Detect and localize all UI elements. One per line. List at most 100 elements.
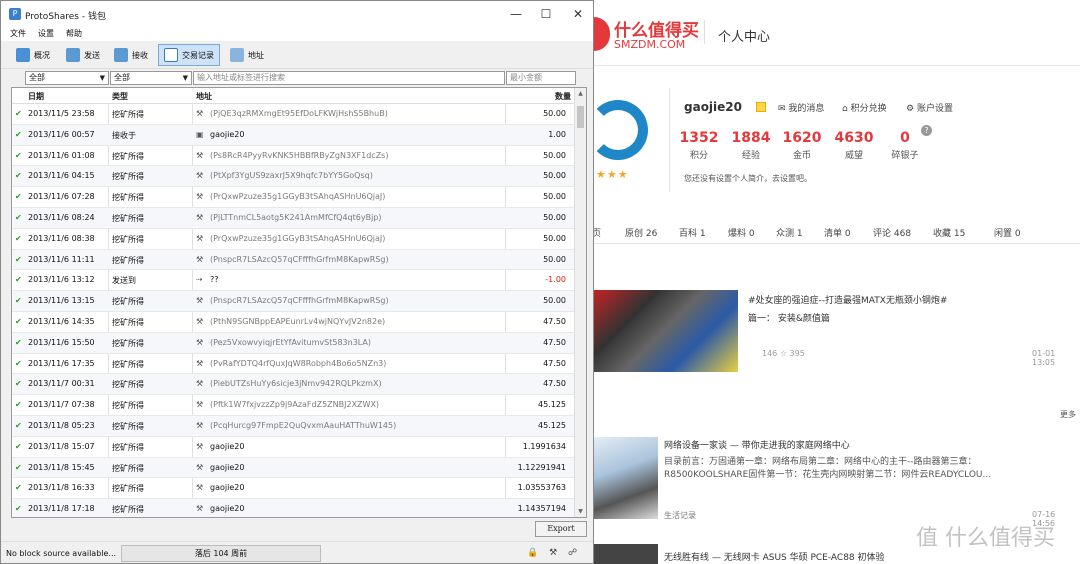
help-icon[interactable]: ? bbox=[921, 125, 932, 136]
tab-wiki[interactable]: 百科 1 bbox=[679, 226, 706, 239]
site-logo[interactable]: 什么值得买 SMZDM.COM bbox=[586, 14, 699, 54]
tx-type: 挖矿所得 bbox=[112, 463, 144, 473]
menu-help[interactable]: 帮助 bbox=[66, 28, 82, 39]
close-button[interactable]: ✕ bbox=[567, 5, 589, 23]
mining-icon: ⚒ bbox=[196, 462, 204, 472]
tab-favorites[interactable]: 收藏 15 bbox=[933, 226, 965, 239]
maximize-button[interactable]: ☐ bbox=[535, 5, 557, 23]
table-row[interactable]: ✔ 2013/11/7 00:31 挖矿所得 ⚒ (PiebUTZsHuYy6sicje… bbox=[12, 374, 576, 396]
table-row[interactable]: ✔ 2013/11/6 13:15 挖矿所得 ⚒ (PnspcR7LSAzcQ57qCF… bbox=[12, 291, 576, 312]
post-title[interactable]: #处女座的强迫症--打造最强MATX无瓶颈小钢炮# bbox=[748, 293, 947, 306]
transaction-table: 日期 类型 地址 数量 ✔ 2013/11/5 23:58 挖矿所得 ⚒ (PjQE3q… bbox=[11, 87, 587, 518]
table-row[interactable]: ✔ 2013/11/6 08:38 挖矿所得 ⚒ (PrQxwPzuze35g1GGyB… bbox=[12, 229, 576, 250]
profile-signature[interactable]: 您还没有设置个人简介，去设置吧。 bbox=[684, 173, 812, 184]
tab-original[interactable]: 原创 26 bbox=[625, 226, 657, 239]
column-amount[interactable]: 数量 bbox=[555, 91, 571, 102]
table-row[interactable]: ✔ 2013/11/8 17:18 挖矿所得 ⚒ gaojie20 1.14357194 bbox=[12, 499, 576, 517]
tx-address: (Pez5VxowvyiqjrEtYfAvitumvSt583n3LA) bbox=[210, 337, 372, 347]
post-thumbnail[interactable] bbox=[590, 290, 738, 372]
tab-lists[interactable]: 清单 0 bbox=[824, 226, 851, 239]
tx-type: 挖矿所得 bbox=[112, 380, 144, 390]
tx-date: 2013/11/6 11:11 bbox=[28, 254, 95, 264]
column-type[interactable]: 类型 bbox=[112, 91, 128, 102]
table-body: ✔ 2013/11/5 23:58 挖矿所得 ⚒ (PjQE3qzRMXmgEt95Ef… bbox=[12, 104, 576, 517]
tab-transactions[interactable]: 交易记录 bbox=[158, 44, 220, 66]
table-row[interactable]: ✔ 2013/11/6 01:08 挖矿所得 ⚒ (Ps8RcR4PyyRvKNK5HB… bbox=[12, 146, 576, 167]
link-account-settings[interactable]: ⚙ 账户设置 bbox=[906, 101, 953, 114]
table-row[interactable]: ✔ 2013/11/6 17:35 挖矿所得 ⚒ (PvRafYDTQ4rfQuxJqW… bbox=[12, 354, 576, 375]
link-points-exchange[interactable]: ⌂ 积分兑换 bbox=[842, 101, 887, 114]
table-row[interactable]: ✔ 2013/11/5 23:58 挖矿所得 ⚒ (PjQE3qzRMXmgEt95Ef… bbox=[12, 104, 576, 125]
post-title[interactable]: 网络设备一家谈 — 带你走进我的家庭网络中心 bbox=[664, 438, 850, 451]
column-date[interactable]: 日期 bbox=[28, 91, 44, 102]
table-row[interactable]: ✔ 2013/11/8 16:33 挖矿所得 ⚒ gaojie20 1.03553763 bbox=[12, 478, 576, 500]
stat-label: 金币 bbox=[792, 151, 811, 161]
tx-type: 挖矿所得 bbox=[112, 317, 144, 327]
table-row[interactable]: ✔ 2013/11/6 11:11 挖矿所得 ⚒ (PnspcR7LSAzcQ57qCF… bbox=[12, 249, 576, 271]
date-filter-value: 全部 bbox=[29, 73, 45, 82]
tab-idle[interactable]: 闲置 0 bbox=[994, 226, 1021, 239]
tab-tests[interactable]: 众测 1 bbox=[776, 226, 803, 239]
confirmed-check-icon: ✔ bbox=[15, 316, 22, 326]
tx-date: 2013/11/8 15:07 bbox=[28, 441, 95, 451]
tab-comments[interactable]: 评论 468 bbox=[873, 226, 911, 239]
min-amount-input[interactable]: 最小金额 bbox=[506, 71, 576, 85]
table-row[interactable]: ✔ 2013/11/6 00:57 接收于 ▣ gaojie20 1.00 bbox=[12, 124, 576, 146]
menu-file[interactable]: 文件 bbox=[10, 28, 26, 39]
export-button[interactable]: Export bbox=[535, 521, 587, 537]
confirmed-check-icon: ✔ bbox=[15, 296, 22, 306]
scroll-thumb[interactable] bbox=[577, 106, 584, 128]
link-messages[interactable]: ✉ 我的消息 bbox=[778, 101, 824, 114]
table-row[interactable]: ✔ 2013/11/6 08:24 挖矿所得 ⚒ (PjLTTnmCL5aotg5K24… bbox=[12, 207, 576, 229]
table-row[interactable]: ✔ 2013/11/6 04:15 挖矿所得 ⚒ (PtXpf3YgUS9zaxrJ5X… bbox=[12, 166, 576, 188]
tx-address: gaojie20 bbox=[210, 462, 245, 472]
menu-settings[interactable]: 设置 bbox=[38, 28, 54, 39]
tx-type: 挖矿所得 bbox=[112, 401, 144, 411]
tx-type: 挖矿所得 bbox=[112, 110, 144, 119]
tx-type: 挖矿所得 bbox=[112, 359, 144, 369]
table-row[interactable]: ✔ 2013/11/8 15:45 挖矿所得 ⚒ gaojie20 1.12291941 bbox=[12, 457, 576, 479]
stat-value: 4630 bbox=[834, 130, 874, 146]
mining-icon: ⚒ bbox=[196, 316, 204, 326]
type-filter-select[interactable]: 全部 ▼ bbox=[110, 71, 192, 85]
table-row[interactable]: ✔ 2013/11/6 15:50 挖矿所得 ⚒ (Pez5VxowvyiqjrEtYf… bbox=[12, 332, 576, 354]
post-title[interactable]: 无线胜有线 — 无线网卡 ASUS 华硕 PCE-AC88 初体验 bbox=[664, 550, 885, 563]
stat-prestige: 4630 威望 bbox=[832, 130, 876, 161]
scroll-up-icon[interactable]: ▲ bbox=[575, 90, 586, 97]
tx-date: 2013/11/6 08:24 bbox=[28, 212, 95, 222]
mining-icon: ⚒ bbox=[196, 420, 204, 430]
tab-receive[interactable]: 接收 bbox=[109, 44, 153, 66]
scroll-down-icon[interactable]: ▼ bbox=[575, 508, 586, 515]
tab-send[interactable]: 发送 bbox=[61, 44, 105, 66]
tx-date: 2013/11/8 16:33 bbox=[28, 483, 95, 493]
confirmed-check-icon: ✔ bbox=[15, 192, 22, 202]
tx-amount: 1.1991634 bbox=[522, 441, 566, 451]
tab-transactions-label: 交易记录 bbox=[182, 50, 214, 60]
minimize-button[interactable]: — bbox=[505, 5, 527, 23]
table-row[interactable]: ✔ 2013/11/6 13:12 发送到 ⇢?? -1.00 bbox=[12, 270, 576, 292]
column-address[interactable]: 地址 bbox=[196, 91, 212, 102]
tab-addresses[interactable]: 地址 bbox=[225, 44, 269, 66]
tab-reports[interactable]: 爆料 0 bbox=[728, 226, 755, 239]
post-thumbnail[interactable] bbox=[590, 437, 658, 519]
confirmed-check-icon: ✔ bbox=[15, 129, 22, 139]
post-thumbnail[interactable] bbox=[590, 544, 658, 564]
tab-send-label: 发送 bbox=[84, 50, 100, 60]
table-row[interactable]: ✔ 2013/11/8 15:07 挖矿所得 ⚒ gaojie20 1.1991634 bbox=[12, 437, 576, 458]
post-category[interactable]: 生活记录 bbox=[664, 510, 696, 521]
tx-date: 2013/11/6 13:12 bbox=[28, 275, 95, 285]
table-row[interactable]: ✔ 2013/11/6 07:28 挖矿所得 ⚒ (PrQxwPzuze35g1GGyB… bbox=[12, 187, 576, 208]
confirmed-check-icon: ✔ bbox=[15, 275, 22, 285]
title-bar[interactable]: P ProtoShares - 钱包 — ☐ ✕ bbox=[1, 1, 593, 27]
date-filter-select[interactable]: 全部 ▼ bbox=[25, 71, 109, 85]
confirmed-check-icon: ✔ bbox=[15, 462, 22, 472]
table-row[interactable]: ✔ 2013/11/6 14:35 挖矿所得 ⚒ (PthN9SGNBppEAPEunr… bbox=[12, 312, 576, 333]
address-search-input[interactable]: 输入地址或标签进行搜索 bbox=[193, 71, 505, 85]
tx-amount: 45.125 bbox=[538, 400, 566, 410]
tab-overview[interactable]: 概况 bbox=[11, 44, 55, 66]
table-row[interactable]: ✔ 2013/11/7 07:38 挖矿所得 ⚒ (Pftk1W7fxjvzzZp9j9… bbox=[12, 395, 576, 416]
tx-amount: 47.50 bbox=[543, 358, 566, 368]
table-row[interactable]: ✔ 2013/11/8 05:23 挖矿所得 ⚒ (PcqHurcg97FmpE2QuQ… bbox=[12, 415, 576, 437]
vertical-scrollbar[interactable]: ▲ ▼ bbox=[574, 88, 586, 517]
more-link[interactable]: 更多 bbox=[1060, 409, 1076, 420]
